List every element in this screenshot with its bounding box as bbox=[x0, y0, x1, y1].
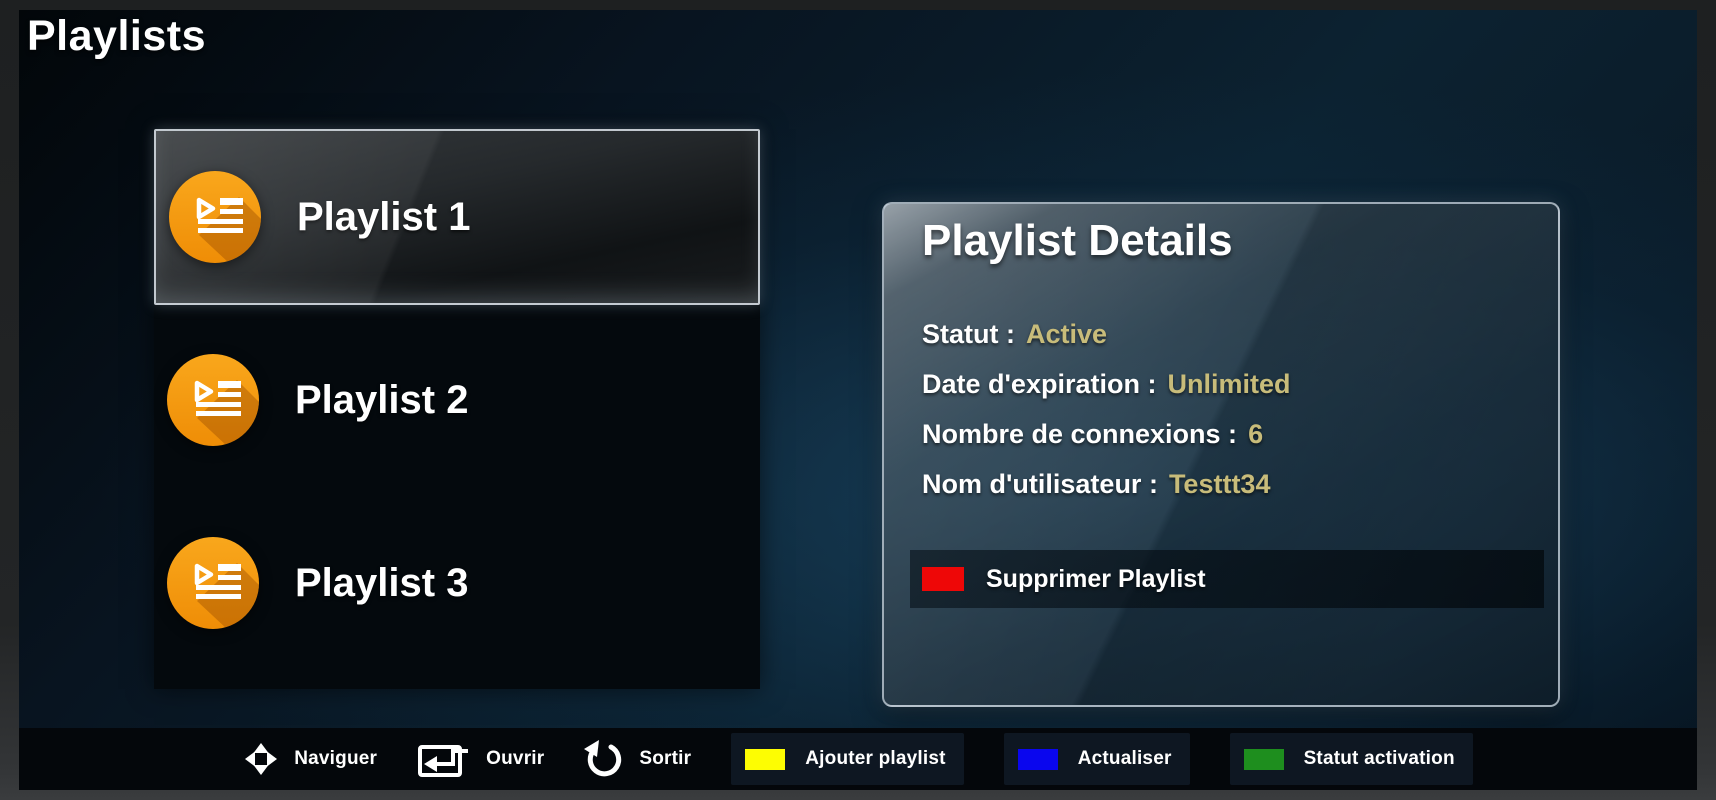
detail-row-statut: Statut : Active bbox=[922, 309, 1290, 359]
hint-label: Ajouter playlist bbox=[805, 748, 945, 770]
app-screen: Playlists bbox=[19, 10, 1697, 790]
green-key-swatch bbox=[1244, 749, 1284, 770]
page-title: Playlists bbox=[27, 12, 206, 61]
detail-value: 6 bbox=[1248, 419, 1263, 450]
enter-icon bbox=[417, 739, 471, 779]
detail-value: Active bbox=[1026, 319, 1107, 350]
playlist-icon bbox=[169, 171, 261, 263]
dpad-icon bbox=[243, 741, 279, 777]
details-fields: Statut : Active Date d'expiration : Unli… bbox=[922, 309, 1290, 509]
playlist-icon bbox=[167, 354, 259, 446]
delete-playlist-button[interactable]: Supprimer Playlist bbox=[910, 550, 1544, 608]
detail-value: Unlimited bbox=[1167, 369, 1290, 400]
playlist-item-3[interactable]: Playlist 3 bbox=[154, 495, 760, 671]
hint-bar: Naviguer Ouvrir Sortir Ajouter bbox=[19, 728, 1697, 790]
detail-value: Testtt34 bbox=[1169, 469, 1271, 500]
hint-sortir: Sortir bbox=[584, 739, 691, 779]
hint-label: Ouvrir bbox=[486, 748, 544, 770]
hint-label: Sortir bbox=[639, 748, 691, 770]
hint-label: Statut activation bbox=[1304, 748, 1455, 770]
red-key-swatch bbox=[922, 567, 964, 591]
playlist-icon bbox=[167, 537, 259, 629]
playlist-details-panel: Playlist Details Statut : Active Date d'… bbox=[882, 202, 1560, 707]
playlist-list-panel: Playlist 1 Playlist 2 Playlist 3 bbox=[154, 129, 760, 689]
delete-playlist-label: Supprimer Playlist bbox=[986, 565, 1206, 594]
detail-label: Date d'expiration : bbox=[922, 369, 1156, 400]
yellow-key-swatch bbox=[745, 749, 785, 770]
detail-label: Nombre de connexions : bbox=[922, 419, 1237, 450]
details-title: Playlist Details bbox=[922, 216, 1233, 266]
detail-row-utilisateur: Nom d'utilisateur : Testtt34 bbox=[922, 459, 1290, 509]
blue-key-swatch bbox=[1018, 749, 1058, 770]
blue-key-action-refresh[interactable]: Actualiser bbox=[1004, 733, 1190, 785]
back-icon bbox=[584, 739, 624, 779]
playlist-item-label: Playlist 3 bbox=[295, 561, 468, 606]
green-key-action-activation-status[interactable]: Statut activation bbox=[1230, 733, 1473, 785]
detail-label: Statut : bbox=[922, 319, 1015, 350]
detail-label: Nom d'utilisateur : bbox=[922, 469, 1158, 500]
tv-frame: Playlists bbox=[0, 0, 1716, 800]
detail-row-connexions: Nombre de connexions : 6 bbox=[922, 409, 1290, 459]
yellow-key-action-add-playlist[interactable]: Ajouter playlist bbox=[731, 733, 963, 785]
playlist-item-2[interactable]: Playlist 2 bbox=[154, 312, 760, 488]
detail-row-expiration: Date d'expiration : Unlimited bbox=[922, 359, 1290, 409]
hint-label: Naviguer bbox=[294, 748, 377, 770]
hint-label: Actualiser bbox=[1078, 748, 1172, 770]
playlist-item-label: Playlist 2 bbox=[295, 378, 468, 423]
playlist-item-label: Playlist 1 bbox=[297, 195, 470, 240]
hint-ouvrir: Ouvrir bbox=[417, 739, 544, 779]
hint-naviguer: Naviguer bbox=[243, 741, 377, 777]
playlist-item-1[interactable]: Playlist 1 bbox=[154, 129, 760, 305]
